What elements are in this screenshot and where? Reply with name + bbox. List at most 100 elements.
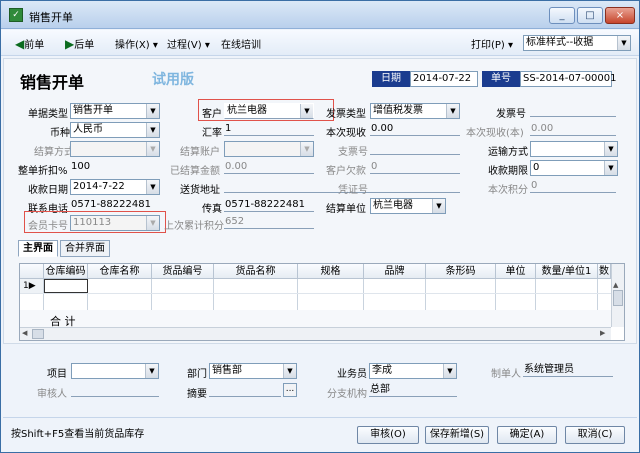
receive-now-label: 本次现收 — [326, 128, 366, 139]
operation-menu[interactable]: 操作(X) ▾ — [115, 36, 158, 51]
rate-label: 汇率 — [202, 128, 222, 139]
chevron-down-icon: ▾ — [149, 40, 158, 51]
invoice-no-field[interactable] — [530, 103, 616, 117]
operation-label: 操作(X) — [115, 40, 150, 51]
discount-field[interactable]: 100 — [70, 160, 160, 174]
settle-unit-label: 结算单位 — [326, 204, 366, 215]
customer-highlight — [198, 99, 334, 121]
due-days-select[interactable]: 0 ▼ — [530, 160, 618, 176]
print-menu[interactable]: 打印(P) ▾ — [471, 36, 513, 51]
date-field[interactable]: 2014-07-22 — [410, 71, 478, 87]
discount-label: 整单折扣% — [18, 166, 68, 177]
settle-unit-select[interactable]: 杭兰电器 ▼ — [370, 198, 446, 214]
doc-type-select[interactable]: 销售开单 ▼ — [70, 103, 160, 119]
next-button[interactable]: ▶后单 — [65, 36, 94, 51]
column-header[interactable]: 规格 — [298, 264, 364, 279]
column-header[interactable]: 单位 — [496, 264, 536, 279]
column-header[interactable]: 货品名称 — [214, 264, 298, 279]
due-days-value: 0 — [533, 162, 540, 173]
dropdown-arrow-icon: ▼ — [283, 364, 296, 378]
arrow-left-icon: ◀ — [15, 37, 25, 51]
dropdown-arrow-icon: ▼ — [146, 123, 159, 137]
scroll-left-icon[interactable]: ◀ — [22, 329, 27, 337]
minimize-button[interactable]: _ — [549, 7, 575, 24]
column-header[interactable]: 仓库名称 — [88, 264, 152, 279]
table-row-header[interactable]: 1▶ — [20, 279, 44, 293]
tab-main[interactable]: 主界面 — [18, 240, 58, 257]
column-header[interactable]: 仓库编码 — [44, 264, 88, 279]
receive-date-value: 2014-7-22 — [73, 181, 125, 192]
dropdown-arrow-icon: ▼ — [146, 216, 159, 230]
scroll-thumb[interactable] — [613, 290, 623, 306]
receive-now-field[interactable]: 0.00 — [370, 122, 460, 136]
table-cell-active[interactable] — [44, 279, 88, 293]
horizontal-scrollbar[interactable]: ◀ ▶ — [20, 327, 611, 340]
column-header[interactable]: 数量/单位1 — [536, 264, 598, 279]
total-row — [20, 310, 611, 327]
summary-lookup-button[interactable]: ... — [283, 383, 297, 397]
cancel-button[interactable]: 取消(C) — [565, 426, 625, 444]
print-style-select[interactable]: 标准样式--收据 ▼ — [523, 35, 631, 51]
fax-field[interactable]: 0571-88222481 — [224, 198, 314, 212]
column-header[interactable]: 货品编号 — [152, 264, 214, 279]
arrow-right-icon: ▶ — [65, 37, 75, 51]
scroll-thumb[interactable] — [32, 329, 44, 339]
branch-field: 总部 — [369, 383, 457, 397]
salesman-value: 李成 — [372, 365, 392, 376]
vertical-scrollbar[interactable]: ▲ — [611, 264, 624, 327]
column-header[interactable]: 条形码 — [426, 264, 496, 279]
tab-merged[interactable]: 合并界面 — [60, 240, 110, 257]
toolbar: ◀前单 ▶后单 操作(X) ▾ 过程(V) ▾ 在线培训 打印(P) ▾ 标准样… — [1, 30, 639, 56]
trial-badge: 试用版 — [152, 72, 194, 88]
prev-label: 前单 — [24, 40, 45, 51]
accum-points-label: 上次累计积分 — [164, 221, 224, 232]
settle-account-select: ▼ — [224, 141, 314, 157]
currency-value: 人民币 — [73, 124, 103, 135]
dropdown-arrow-icon: ▼ — [604, 142, 617, 156]
currency-select[interactable]: 人民币 ▼ — [70, 122, 160, 138]
rate-field[interactable]: 1 — [224, 122, 314, 136]
prev-button[interactable]: ◀前单 — [15, 36, 44, 51]
ok-button[interactable]: 确定(A) — [497, 426, 557, 444]
order-no-field[interactable]: SS-2014-07-00001 — [520, 71, 617, 87]
transport-select[interactable]: ▼ — [530, 141, 618, 157]
order-no-label: 单号 — [482, 71, 520, 87]
column-header[interactable]: 品牌 — [364, 264, 426, 279]
invoice-type-select[interactable]: 增值税发票 ▼ — [370, 103, 460, 119]
receive-now-base-field: 0.00 — [530, 122, 616, 136]
member-card-label: 会员卡号 — [28, 221, 68, 232]
print-label: 打印(P) — [471, 40, 505, 51]
column-header[interactable]: 数 — [598, 264, 611, 279]
app-icon: ✓ — [9, 8, 23, 22]
salesman-select[interactable]: 李成 ▼ — [369, 363, 457, 379]
maker-field: 系统管理员 — [523, 363, 613, 377]
voucher-field — [370, 179, 460, 193]
scroll-right-icon[interactable]: ▶ — [600, 329, 605, 337]
dept-select[interactable]: 销售部 ▼ — [209, 363, 297, 379]
dropdown-arrow-icon: ▼ — [446, 104, 459, 118]
auditor-label: 审核人 — [37, 389, 67, 400]
scroll-up-icon[interactable]: ▲ — [613, 281, 618, 289]
audit-button[interactable]: 审核(O) — [357, 426, 419, 444]
close-button[interactable]: × — [605, 7, 635, 24]
training-link[interactable]: 在线培训 — [221, 36, 261, 51]
settle-account-label: 结算账户 — [180, 147, 220, 158]
summary-field[interactable] — [209, 383, 281, 397]
invoice-type-label: 发票类型 — [326, 109, 366, 120]
save-new-button[interactable]: 保存新增(S) — [425, 426, 489, 444]
current-row-icon: ▶ — [28, 281, 36, 291]
cheque-label: 支票号 — [338, 147, 368, 158]
phone-field[interactable]: 0571-88222481 — [70, 198, 160, 212]
receive-date-label: 收款日期 — [28, 185, 68, 196]
maker-label: 制单人 — [491, 369, 521, 380]
customer-debt-label: 客户欠款 — [326, 166, 366, 177]
project-select[interactable]: ▼ — [71, 363, 159, 379]
process-menu[interactable]: 过程(V) ▾ — [167, 36, 210, 51]
date-label: 日期 — [372, 71, 410, 87]
voucher-label: 凭证号 — [338, 185, 368, 196]
dropdown-arrow-icon: ▼ — [443, 364, 456, 378]
maximize-button[interactable]: □ — [577, 7, 603, 24]
dropdown-arrow-icon: ▼ — [146, 180, 159, 194]
ship-addr-label: 送货地址 — [180, 185, 220, 196]
receive-date-picker[interactable]: 2014-7-22 ▼ — [70, 179, 160, 195]
